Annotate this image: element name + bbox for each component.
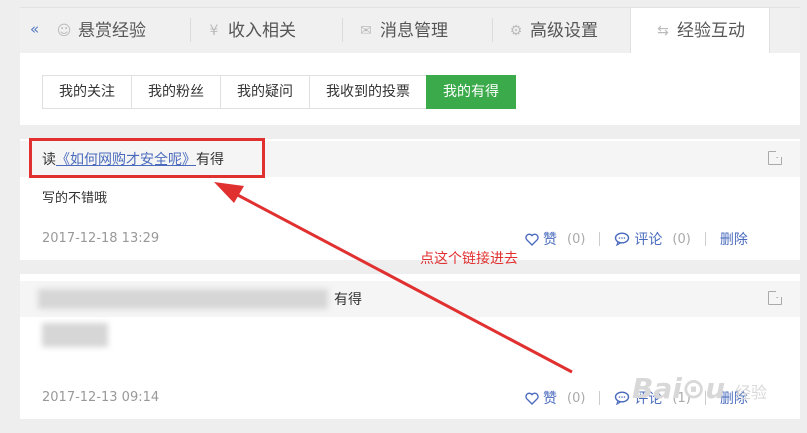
section-divider [20,419,800,433]
tab-income[interactable]: ¥ 收入相关 [206,16,296,46]
like-button[interactable]: 赞 (0) [525,229,585,249]
delete-button[interactable]: 删除 [720,229,748,249]
tab-label: 收入相关 [228,21,296,41]
heart-icon [525,233,539,246]
card-date: 2017-12-18 13:29 [42,231,160,246]
like-button[interactable]: 赞 (0) [525,388,585,408]
like-label: 赞 [543,232,557,248]
card-title: 有得 [334,289,362,309]
subtab-my-gains[interactable]: 我的有得 [426,75,516,109]
comment-icon [615,391,630,405]
comment-icon [615,232,630,246]
heart-icon [525,392,539,405]
tab-label: 高级设置 [530,21,598,41]
swap-icon: ⇆ [657,22,669,39]
subtab-fans[interactable]: 我的粉丝 [131,75,221,109]
medal-icon: ☺ [56,23,72,39]
comment-button[interactable]: 评论 (0) [614,229,691,249]
card-header: 有得 [20,281,800,317]
yen-icon: ¥ [209,23,219,39]
watermark-logo: Bai⊙u 经验 [631,372,767,405]
card-actions: 赞 (0) 评论 (0) 删除 [525,229,748,249]
blurred-title [38,289,328,309]
external-link-icon[interactable] [768,290,783,305]
annotation-text: 点这个链接进去 [420,251,518,267]
subtab-following[interactable]: 我的关注 [42,75,132,109]
like-count: (0) [567,231,586,247]
comment-label: 评论 [634,232,663,248]
tab-divider [342,18,343,42]
like-label: 赞 [543,391,557,407]
title-suffix: 有得 [334,292,362,308]
annotation-highlight-box [29,138,265,178]
tab-divider [190,18,191,42]
comment-count: (0) [672,231,691,247]
delete-label: 删除 [719,232,748,248]
tab-advanced-settings[interactable]: ⚙ 高级设置 [508,16,598,46]
tab-label: 悬赏经验 [78,21,146,41]
subtab-group: 我的关注 我的粉丝 我的疑问 我收到的投票 我的有得 [42,75,516,109]
section-divider [20,125,800,139]
tab-reward-experience[interactable]: ☺ 悬赏经验 [56,16,146,46]
blurred-comment [42,323,108,347]
card-date: 2017-12-13 09:14 [42,390,160,405]
card-comment: 写的不错哦 [42,191,108,206]
mail-icon: ✉ [360,23,372,39]
external-link-icon[interactable] [768,150,783,165]
gear-icon: ⚙ [509,23,523,39]
tab-divider [492,18,493,42]
like-count: (0) [567,390,586,406]
tab-experience-interaction[interactable]: ⇆ 经验互动 [630,7,770,54]
top-tab-bar: « ☺ 悬赏经验 ¥ 收入相关 ✉ 消息管理 ⚙ 高级设置 ⇆ 经验互动 [20,7,800,54]
tab-label: 经验互动 [677,20,745,41]
tab-label: 消息管理 [380,21,448,41]
subtab-questions[interactable]: 我的疑问 [220,75,310,109]
collapse-icon[interactable]: « [30,20,39,38]
action-divider [599,232,601,246]
subtab-votes-received[interactable]: 我收到的投票 [309,75,427,109]
tab-messages[interactable]: ✉ 消息管理 [358,16,448,46]
action-divider [704,232,706,246]
section-divider [20,260,800,274]
action-divider [599,391,601,405]
